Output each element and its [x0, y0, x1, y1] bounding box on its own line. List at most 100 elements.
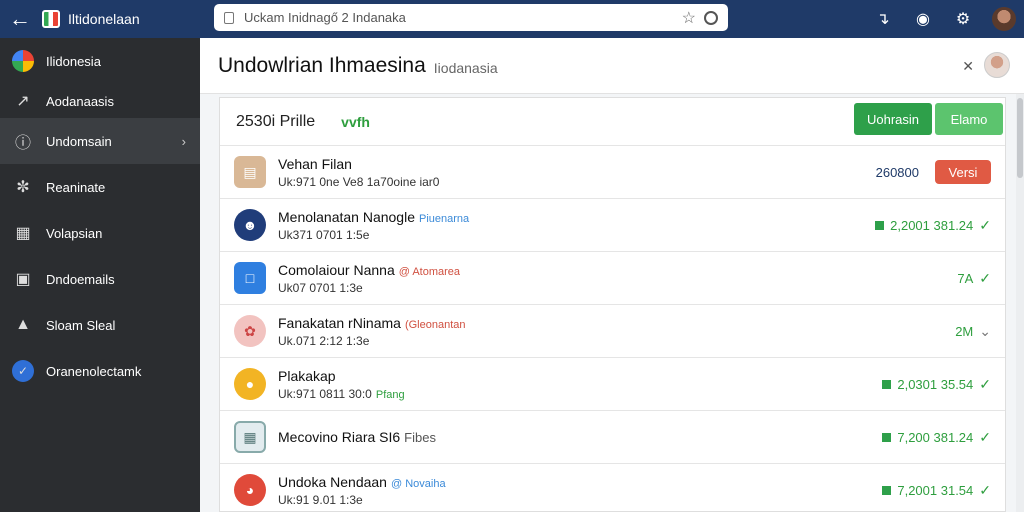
sidebar-item-3[interactable]: ✼ Reaninate: [0, 164, 200, 210]
lock-icon: [224, 11, 234, 24]
results-panel: 2530i Prille vvfh Uohrasin Elamo ▤ Vehan…: [219, 97, 1006, 512]
item-value: 2M: [955, 323, 974, 339]
chevron-down-icon[interactable]: ⌄: [979, 323, 991, 340]
sidebar-item-label: Volapsian: [46, 225, 103, 241]
red-app-icon: ◕: [234, 474, 266, 506]
url-bar[interactable]: Uckam Inidnagő 2 Indanaka ☆: [214, 4, 728, 31]
sidebar-item-4[interactable]: ▦ Volapsian: [0, 210, 200, 256]
document-icon: ▤: [234, 156, 266, 188]
profile-avatar[interactable]: [992, 7, 1016, 31]
update-button[interactable]: Uohrasin: [854, 103, 932, 135]
list-item[interactable]: ☻ Menolanatan Nanogle Piuenarna Uk371 070…: [220, 199, 1005, 252]
app-title: Iltidonelaan: [68, 11, 140, 27]
list-item[interactable]: ▦ Mecovino Riara SI6 Fibes 7,200 381.24 ✓: [220, 411, 1005, 464]
arrow-icon: ↗: [16, 93, 30, 110]
item-value: 2,0301 35.54: [897, 376, 974, 392]
item-title: Comolaiour Nanna: [278, 261, 395, 278]
settings-icon[interactable]: ⚙: [952, 9, 974, 29]
flower-icon: ✿: [234, 315, 266, 347]
page-title: Undowlrian Ihmaesina: [218, 53, 426, 77]
item-tag: Pfang: [375, 388, 405, 401]
back-arrow-icon[interactable]: ←: [0, 6, 40, 32]
toolbar-icons: ↴ ◉ ⚙: [872, 0, 1024, 38]
share-button[interactable]: Elamo: [935, 103, 1003, 135]
page-subtitle: Iiodanasia: [433, 59, 498, 76]
sidebar-item-label: Oranenolectamk: [46, 363, 142, 379]
sidebar-item-7[interactable]: ✓ Oranenolectamk: [0, 348, 200, 394]
status-square-icon: [882, 432, 892, 442]
sidebar-item-5[interactable]: ▣ Dndoemails: [0, 256, 200, 302]
scrollbar[interactable]: [1016, 94, 1024, 512]
result-count: 2530i Prille: [236, 112, 316, 130]
check-icon: ✓: [979, 375, 991, 392]
item-subtitle: Uk:971 0ne Ve8 1a70oine iar0: [278, 174, 440, 189]
app-logo-icon: [42, 10, 60, 28]
image-icon: ▦: [15, 225, 31, 242]
extension-icon[interactable]: ↴: [872, 9, 894, 29]
sidebar-item-label: Sloam Sleal: [46, 317, 116, 333]
item-tag: (Gleonantan: [404, 318, 466, 331]
sidebar-item-6[interactable]: ▲ Sloam Sleal: [0, 302, 200, 348]
sidebar-item-label: Undomsain: [46, 133, 112, 149]
item-tag: Fibes: [404, 430, 436, 445]
item-subtitle: Uk.071 2:12 1:3e: [278, 333, 370, 348]
status-square-icon: [882, 379, 892, 389]
item-value: 7,200 381.24: [897, 429, 974, 445]
item-title: Menolanatan Nanogle: [278, 208, 415, 225]
sidebar-item-label: Dndoemails: [46, 271, 115, 287]
check-icon: ✓: [979, 428, 991, 445]
item-subtitle: Uk:971 0811 30:0: [278, 386, 372, 401]
item-tag: @ Atomarea: [398, 265, 461, 278]
list-item[interactable]: □ Comolaiour Nanna @ Atomarea Uk07 0701 1…: [220, 252, 1005, 305]
check-icon: ✓: [979, 216, 991, 233]
item-title: Mecovino Riara SI6: [278, 429, 401, 445]
item-tag: @ Novaiha: [390, 477, 446, 490]
sidebar-item-2[interactable]: ⓘ Undomsain ›: [0, 118, 200, 164]
item-title: Undoka Nendaan: [278, 473, 387, 490]
page-header: Undowlrian Ihmaesina Iiodanasia ✕: [200, 38, 1024, 94]
item-title: Plakakap: [278, 367, 336, 384]
item-title: Vehan Filan: [278, 155, 352, 172]
sidebar-item-label: Reaninate: [46, 179, 106, 195]
item-title: Fanakatan rNinama: [278, 314, 401, 331]
status-square-icon: [882, 485, 892, 495]
item-subtitle: Uk07 0701 1:3e: [278, 280, 363, 295]
item-value: 2,2001 381.24: [890, 217, 974, 233]
reload-icon[interactable]: [704, 10, 718, 25]
version-button[interactable]: Versi: [935, 160, 991, 184]
chat-icon[interactable]: ◉: [912, 9, 934, 29]
mascot-icon: ☻: [234, 209, 266, 241]
item-subtitle: Uk371 0701 1:5e: [278, 227, 370, 242]
fingerprint-icon: ✼: [16, 179, 30, 196]
panel-header: 2530i Prille vvfh Uohrasin Elamo: [220, 98, 1005, 146]
list-item[interactable]: ▤ Vehan Filan Uk:971 0ne Ve8 1a70oine ia…: [220, 146, 1005, 199]
item-subtitle: Uk:91 9.01 1:3e: [278, 492, 363, 507]
check-icon: ✓: [979, 269, 991, 286]
url-text[interactable]: Uckam Inidnagő 2 Indanaka: [244, 10, 682, 25]
item-value: 7A: [957, 270, 974, 286]
sidebar-item-0[interactable]: Ilidonesia: [0, 38, 200, 84]
sidebar: Ilidonesia ↗ Aodanaasis ⓘ Undomsain › ✼ …: [0, 38, 200, 512]
list-item[interactable]: ◕ Undoka Nendaan @ Novaiha Uk:91 9.01 1:3…: [220, 464, 1005, 512]
status-mark: vvfh: [341, 113, 370, 130]
status-square-icon: [875, 220, 885, 230]
star-icon[interactable]: ☆: [682, 8, 696, 28]
check-icon: ✓: [979, 481, 991, 498]
list-item[interactable]: ✿ Fanakatan rNinama (Gleonantan Uk.071 2:…: [220, 305, 1005, 358]
file-icon: ▣: [15, 271, 31, 288]
item-value: 7,2001 31.54: [897, 482, 974, 498]
window-icon: □: [234, 262, 266, 294]
list-item[interactable]: ● Plakakap Uk:971 0811 30:0 Pfang 2,0301 …: [220, 358, 1005, 411]
coin-icon: ●: [234, 368, 266, 400]
spreadsheet-icon: ▦: [234, 421, 266, 453]
sidebar-item-label: Ilidonesia: [46, 53, 101, 69]
blue-app-icon: ✓: [12, 360, 34, 382]
google-icon: [12, 50, 34, 72]
item-value: 260800: [875, 164, 919, 180]
item-tag: Piuenarna: [419, 212, 470, 225]
sidebar-item-1[interactable]: ↗ Aodanaasis: [0, 84, 200, 118]
close-icon[interactable]: ✕: [962, 58, 974, 75]
user-avatar[interactable]: [984, 52, 1010, 78]
scrollbar-thumb[interactable]: [1017, 98, 1023, 178]
sidebar-item-label: Aodanaasis: [46, 93, 114, 109]
